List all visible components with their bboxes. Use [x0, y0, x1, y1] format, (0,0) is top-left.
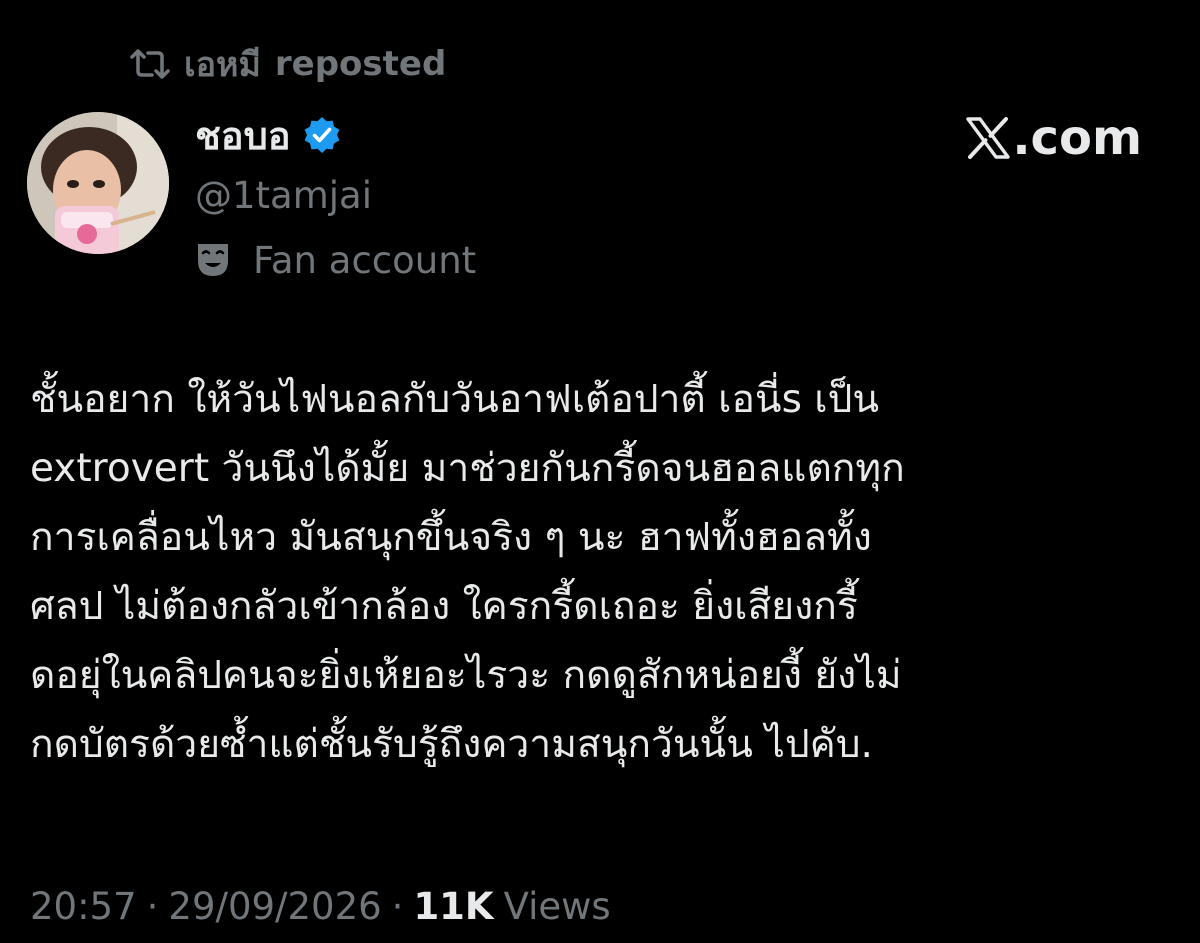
- verified-badge-icon: [303, 116, 341, 154]
- tweet-time[interactable]: 20:57: [30, 885, 137, 928]
- avatar[interactable]: [27, 112, 169, 254]
- x-com-watermark: .com: [966, 108, 1142, 168]
- account-label: Fan account: [195, 236, 476, 284]
- tweet-text: ชั้นอยาก ให้วันไฟนอลกับวันอาฟเต้อปาตี้ เ…: [30, 365, 1180, 779]
- views-label: Views: [503, 884, 611, 928]
- author-name-row[interactable]: ชอบอ: [195, 110, 341, 160]
- tweet-meta: 20:57 · 29/09/2026 · 11K Views: [30, 880, 611, 932]
- tweet-text-line: ดอยุ่ในคลิปคนจะยิ่งเห้ยอะไรวะ กดดูสักหน่…: [30, 653, 902, 698]
- repost-context[interactable]: เอหมี reposted: [130, 40, 446, 88]
- meta-separator: ·: [146, 884, 159, 928]
- author-display-name[interactable]: ชอบอ: [195, 105, 291, 166]
- theater-mask-icon: [195, 241, 231, 279]
- brand-text: .com: [1012, 110, 1142, 166]
- tweet-text-line: การเคลื่อนไหว มันสนุกขึ้นจริง ๆ นะ ฮาฟทั…: [30, 515, 872, 560]
- author-handle[interactable]: @1tamjai: [195, 172, 372, 220]
- tweet-text-line: extrovert วันนึงได้มั้ย มาช่วยกันกรี้ดจน…: [30, 446, 905, 491]
- repost-icon: [130, 47, 170, 81]
- tweet-text-line: ชั้นอยาก ให้วันไฟนอลกับวันอาฟเต้อปาตี้ เ…: [30, 377, 880, 422]
- tweet-text-line: ศลป ไม่ต้องกลัวเข้ากล้อง ใครกรี้ดเถอะ ยิ…: [30, 584, 858, 629]
- tweet-date[interactable]: 29/09/2026: [168, 885, 381, 928]
- repost-action: reposted: [274, 44, 447, 84]
- x-logo-icon: [966, 117, 1012, 159]
- account-label-text: Fan account: [253, 238, 477, 282]
- tweet-text-line: กดบัตรด้วยซ้ำแต่ชั้นรับรู้ถึงความสนุกวัน…: [30, 722, 873, 767]
- meta-separator: ·: [391, 884, 404, 928]
- repost-user[interactable]: เอหมี: [184, 37, 261, 91]
- views-count[interactable]: 11K: [413, 885, 493, 928]
